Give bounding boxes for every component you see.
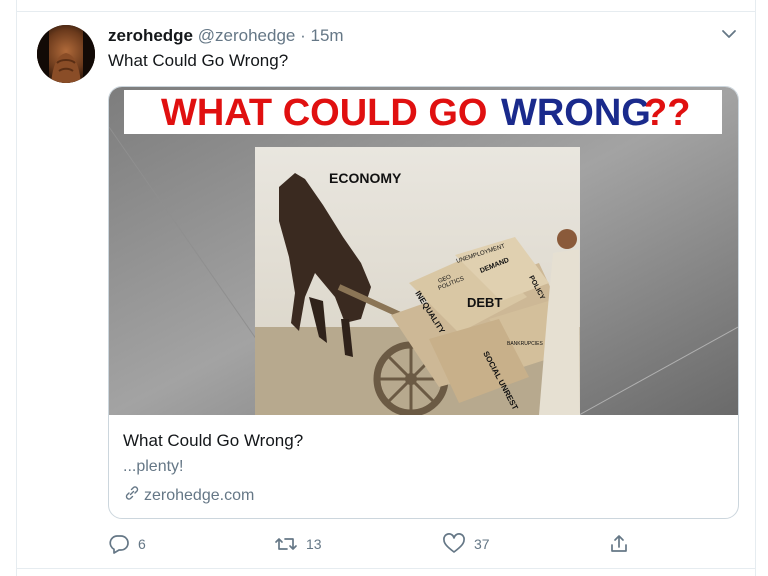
banner-text-red: WHAT COULD GO xyxy=(161,92,487,134)
share-icon xyxy=(608,533,630,555)
card-title: What Could Go Wrong? xyxy=(123,431,304,450)
label-debt: DEBT xyxy=(467,295,502,310)
chevron-down-icon[interactable] xyxy=(719,24,739,44)
timeline-right-border xyxy=(755,0,756,576)
user-handle[interactable]: @zerohedge xyxy=(198,26,296,45)
separator-dot: · xyxy=(300,26,306,45)
retweet-button[interactable]: 13 xyxy=(274,532,322,556)
tweet-timestamp[interactable]: 15m xyxy=(311,26,344,45)
banner-text-marks: ?? xyxy=(644,92,690,134)
banner-text-blue: WRONG xyxy=(501,92,651,134)
like-count: 37 xyxy=(474,536,490,552)
reply-count: 6 xyxy=(138,536,146,552)
heart-icon xyxy=(442,533,466,555)
reply-button[interactable]: 6 xyxy=(108,532,146,556)
link-icon xyxy=(123,484,141,507)
link-card[interactable]: WHAT COULD GO WRONG ?? ECONOMY UNEMPLOYM… xyxy=(108,86,739,519)
retweet-icon xyxy=(274,533,298,555)
card-description: ...plenty! xyxy=(123,458,184,475)
avatar[interactable] xyxy=(37,25,95,83)
like-button[interactable]: 37 xyxy=(442,532,490,556)
label-bankrupcies: BANKRUPCIES xyxy=(507,341,544,347)
share-button[interactable] xyxy=(608,532,630,556)
display-name[interactable]: zerohedge xyxy=(108,26,193,45)
label-economy: ECONOMY xyxy=(329,170,402,186)
tweet-header: zerohedge @zerohedge · 15m xyxy=(108,26,344,46)
tweet-actions: 6 13 37 xyxy=(108,532,668,556)
retweet-count: 13 xyxy=(306,536,322,552)
card-link[interactable]: zerohedge.com xyxy=(123,484,254,507)
tweet-text: What Could Go Wrong? xyxy=(108,51,289,70)
card-image: WHAT COULD GO WRONG ?? ECONOMY UNEMPLOYM… xyxy=(109,87,738,415)
card-domain: zerohedge.com xyxy=(144,486,255,504)
reply-icon xyxy=(108,533,130,555)
